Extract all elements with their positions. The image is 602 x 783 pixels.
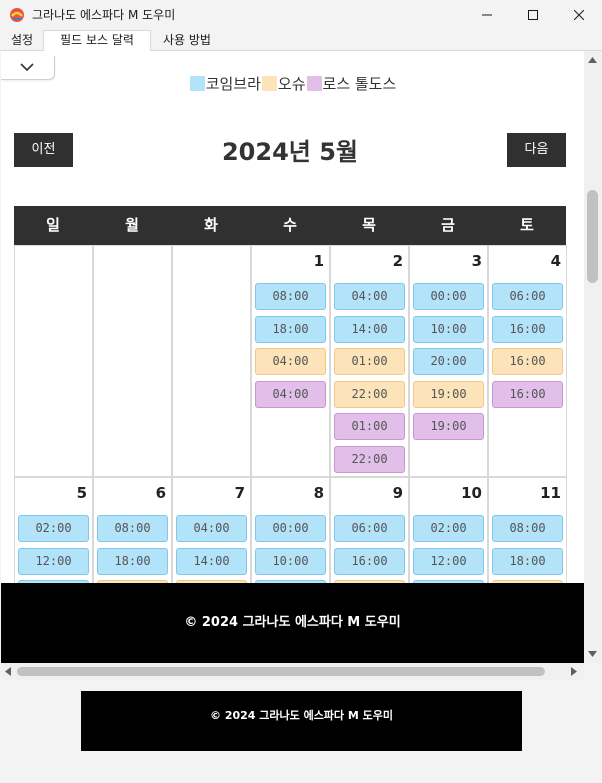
- window-title: 그라나도 에스파다 M 도우미: [32, 8, 176, 22]
- day-number: 9: [392, 484, 403, 502]
- title-bar: 그라나도 에스파다 M 도우미: [0, 0, 602, 30]
- boss-spawn-slot[interactable]: 18:00: [97, 547, 168, 575]
- legend-swatch: [189, 76, 205, 91]
- boss-spawn-slot[interactable]: 01:00: [334, 413, 405, 440]
- weekday-header-cell: 월: [125, 216, 139, 234]
- page-footer: © 2024 그라나도 에스파다 M 도우미: [1, 583, 584, 663]
- maximize-button[interactable]: [510, 0, 556, 30]
- day-number: 5: [76, 484, 87, 502]
- calendar-day-cell[interactable]: 2 04:00 14:00 01:00 22:00 01:00 22:00: [330, 245, 409, 477]
- boss-spawn-slot[interactable]: 04:00: [255, 348, 326, 375]
- boss-spawn-slot[interactable]: 14:00: [334, 315, 405, 343]
- legend-swatch: [306, 76, 322, 91]
- legend-label: 오슈: [277, 75, 306, 93]
- boss-spawn-slot[interactable]: 02:00: [18, 515, 89, 542]
- day-number: 3: [471, 252, 482, 270]
- weekday-header-cell: 금: [441, 216, 455, 234]
- boss-spawn-slot[interactable]: 08:00: [255, 283, 326, 310]
- calendar-day-cell[interactable]: 4 06:00 16:00 16:00 16:00: [488, 245, 567, 477]
- close-button[interactable]: [556, 0, 602, 30]
- scroll-right-arrow-icon[interactable]: [571, 667, 577, 676]
- outer-footer: © 2024 그라나도 에스파다 M 도우미: [81, 691, 522, 751]
- day-number: 8: [313, 484, 324, 502]
- day-number: 1: [313, 252, 324, 270]
- prev-month-button[interactable]: 이전: [14, 133, 73, 167]
- legend-swatch: [261, 76, 277, 91]
- boss-spawn-slot[interactable]: 19:00: [413, 413, 484, 440]
- day-number: 4: [550, 252, 561, 270]
- weekday-header-cell: 화: [204, 216, 218, 234]
- calendar-day-cell[interactable]: 3 00:00 10:00 20:00 19:00 19:00: [409, 245, 488, 477]
- boss-spawn-slot[interactable]: 22:00: [334, 380, 405, 408]
- boss-spawn-slot[interactable]: 12:00: [18, 547, 89, 575]
- day-number: 7: [234, 484, 245, 502]
- chevron-down-icon: [20, 63, 34, 72]
- boss-spawn-slot[interactable]: 04:00: [255, 380, 326, 408]
- weekday-header-cell: 일: [46, 216, 60, 234]
- boss-spawn-slot[interactable]: 18:00: [255, 315, 326, 343]
- horizontal-scroll-thumb[interactable]: [17, 667, 545, 676]
- boss-spawn-slot[interactable]: 16:00: [492, 380, 563, 408]
- weekday-header-cell: 수: [283, 216, 297, 234]
- next-month-button[interactable]: 다음: [507, 133, 566, 167]
- day-number: 10: [461, 484, 482, 502]
- boss-spawn-slot[interactable]: 22:00: [334, 445, 405, 473]
- boss-spawn-slot[interactable]: 12:00: [413, 547, 484, 575]
- boss-spawn-slot[interactable]: 14:00: [176, 547, 247, 575]
- boss-spawn-slot[interactable]: 16:00: [334, 547, 405, 575]
- day-number: 11: [540, 484, 561, 502]
- app-logo-icon: [10, 8, 24, 22]
- weekday-header: 일월화수목금토: [14, 206, 566, 245]
- legend-item-osyu: 오슈: [261, 73, 306, 94]
- boss-spawn-slot[interactable]: 06:00: [334, 515, 405, 542]
- boss-spawn-slot[interactable]: 20:00: [413, 348, 484, 375]
- calendar-day-cell: [93, 245, 172, 477]
- calendar-day-cell: [14, 245, 93, 477]
- boss-spawn-slot[interactable]: 01:00: [334, 348, 405, 375]
- legend-item-ros-toldos: 로스 톨도스: [306, 73, 397, 94]
- day-number: 2: [392, 252, 403, 270]
- boss-spawn-slot[interactable]: 18:00: [492, 547, 563, 575]
- tab-field-boss-calendar[interactable]: 필드 보스 달력: [43, 30, 151, 52]
- boss-spawn-slot[interactable]: 19:00: [413, 380, 484, 408]
- boss-spawn-slot[interactable]: 10:00: [413, 315, 484, 343]
- month-title: 2024년 5월: [221, 138, 358, 166]
- legend-label: 코임브라: [205, 75, 261, 93]
- boss-spawn-slot[interactable]: 00:00: [255, 515, 326, 542]
- scroll-up-arrow-icon[interactable]: [588, 57, 597, 63]
- scroll-left-arrow-icon[interactable]: [5, 667, 11, 676]
- legend-label: 로스 톨도스: [322, 75, 397, 93]
- boss-spawn-slot[interactable]: 02:00: [413, 515, 484, 542]
- minimize-button[interactable]: [464, 0, 510, 30]
- tab-how-to-use[interactable]: 사용 방법: [152, 31, 222, 51]
- boss-spawn-slot[interactable]: 08:00: [492, 515, 563, 542]
- scroll-down-arrow-icon[interactable]: [588, 651, 597, 657]
- boss-spawn-slot[interactable]: 04:00: [334, 283, 405, 310]
- horizontal-scrollbar[interactable]: [1, 663, 584, 680]
- tab-settings[interactable]: 설정: [2, 31, 42, 51]
- boss-spawn-slot[interactable]: 00:00: [413, 283, 484, 310]
- vertical-scrollbar[interactable]: [584, 51, 601, 663]
- minimize-icon: [482, 14, 492, 16]
- close-icon: [574, 10, 584, 20]
- boss-spawn-slot[interactable]: 10:00: [255, 547, 326, 575]
- calendar-day-cell[interactable]: 1 08:00 18:00 04:00 04:00: [251, 245, 330, 477]
- boss-spawn-slot[interactable]: 08:00: [97, 515, 168, 542]
- day-number: 6: [155, 484, 166, 502]
- maximize-icon: [528, 10, 538, 20]
- boss-spawn-slot[interactable]: 06:00: [492, 283, 563, 310]
- vertical-scroll-thumb[interactable]: [587, 190, 598, 283]
- legend-item-coimbra: 코임브라: [189, 73, 261, 94]
- boss-spawn-slot[interactable]: 04:00: [176, 515, 247, 542]
- weekday-header-cell: 목: [362, 216, 376, 234]
- calendar-viewport: 코임브라 오슈 로스 톨도스 이전 2024년 5월 다음 일 월 화 수 목 금 토 1 08:…: [1, 51, 584, 663]
- boss-legend: 코임브라 오슈 로스 톨도스: [1, 73, 584, 93]
- tab-bar: 설정 필드 보스 달력 사용 방법: [0, 30, 602, 52]
- weekday-header-cell: 토: [520, 216, 534, 234]
- boss-spawn-slot[interactable]: 16:00: [492, 348, 563, 375]
- calendar-day-cell: [172, 245, 251, 477]
- boss-spawn-slot[interactable]: 16:00: [492, 315, 563, 343]
